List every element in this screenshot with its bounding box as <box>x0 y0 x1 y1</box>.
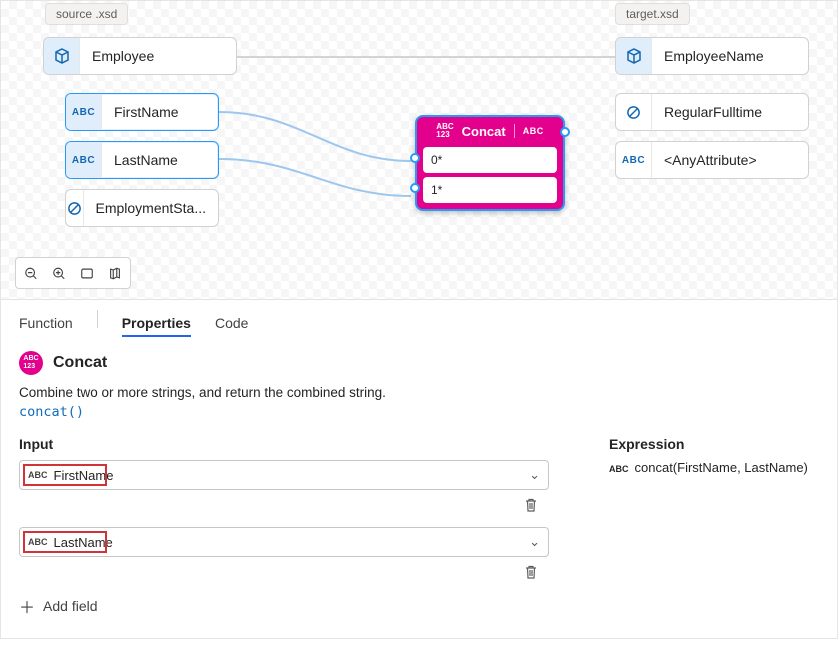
zoom-out-button[interactable] <box>18 260 44 286</box>
tab-function[interactable]: Function <box>19 311 73 335</box>
node-label: EmployeeName <box>652 48 776 64</box>
node-label: <AnyAttribute> <box>652 152 769 168</box>
concat-function-node[interactable]: ABC123 Concat ABC 0* 1* <box>415 115 565 211</box>
delete-input-button[interactable] <box>517 563 545 584</box>
canvas-toolbar <box>15 257 131 289</box>
function-name: Concat <box>462 124 506 139</box>
target-root-employeename[interactable]: EmployeeName <box>615 37 809 75</box>
function-slot-0[interactable]: 0* <box>423 147 557 173</box>
expression-value: ABCconcat(FirstName, LastName) <box>609 460 819 475</box>
input-field-firstname[interactable]: ABC FirstName ⌄ <box>19 460 549 490</box>
input-port-0[interactable] <box>410 153 420 163</box>
node-label: LastName <box>102 152 190 168</box>
abc-icon: ABC <box>66 94 102 130</box>
abc-icon: ABC <box>523 126 544 136</box>
source-root-employee[interactable]: Employee <box>43 37 237 75</box>
output-port[interactable] <box>560 127 570 137</box>
abc123-icon: ABC123 <box>19 351 43 375</box>
source-file-tab[interactable]: source .xsd <box>45 3 128 25</box>
input-value: LastName <box>54 535 113 550</box>
node-label: FirstName <box>102 104 191 120</box>
target-regularfulltime[interactable]: RegularFulltime <box>615 93 809 131</box>
delete-input-button[interactable] <box>517 496 545 517</box>
minimap-button[interactable] <box>102 260 128 286</box>
no-entry-icon <box>616 94 652 130</box>
source-lastname[interactable]: ABC LastName <box>65 141 219 179</box>
abc-icon: ABC <box>28 537 48 547</box>
panel-tabs: Function Properties Code <box>1 310 837 345</box>
no-entry-icon <box>66 190 84 226</box>
function-title: Concat <box>53 354 107 372</box>
node-label: RegularFulltime <box>652 104 774 120</box>
node-label: Employee <box>80 48 166 64</box>
zoom-in-button[interactable] <box>46 260 72 286</box>
chevron-down-icon: ⌄ <box>529 467 540 483</box>
plus-icon: ＋ <box>19 594 35 618</box>
function-header: ABC123 Concat ABC <box>423 121 557 143</box>
source-employmentstatus[interactable]: EmploymentSta... <box>65 189 219 227</box>
abc-icon: ABC <box>616 142 652 178</box>
add-field-button[interactable]: ＋ Add field <box>19 594 549 618</box>
input-field-lastname[interactable]: ABC LastName ⌄ <box>19 527 549 557</box>
target-file-tab[interactable]: target.xsd <box>615 3 690 25</box>
source-firstname[interactable]: ABC FirstName <box>65 93 219 131</box>
function-signature: concat() <box>1 400 837 424</box>
chevron-down-icon: ⌄ <box>529 534 540 550</box>
input-port-1[interactable] <box>410 183 420 193</box>
node-label: EmploymentSta... <box>84 200 219 216</box>
abc-icon: ABC <box>66 142 102 178</box>
cube-icon <box>616 38 652 74</box>
tab-code[interactable]: Code <box>215 311 248 335</box>
function-slot-1[interactable]: 1* <box>423 177 557 203</box>
function-description: Combine two or more strings, and return … <box>1 381 837 400</box>
abc-icon: ABC <box>609 464 629 474</box>
abc123-icon: ABC123 <box>436 123 453 139</box>
expression-section-label: Expression <box>609 436 819 452</box>
properties-panel: Function Properties Code ABC123 Concat C… <box>0 300 838 639</box>
mapping-canvas[interactable]: source .xsd target.xsd Employee ABC Firs… <box>0 0 838 300</box>
tab-properties[interactable]: Properties <box>122 311 191 337</box>
input-value: FirstName <box>54 468 114 483</box>
input-section-label: Input <box>19 436 549 452</box>
target-anyattribute[interactable]: ABC <AnyAttribute> <box>615 141 809 179</box>
fit-view-button[interactable] <box>74 260 100 286</box>
cube-icon <box>44 38 80 74</box>
abc-icon: ABC <box>28 470 48 480</box>
